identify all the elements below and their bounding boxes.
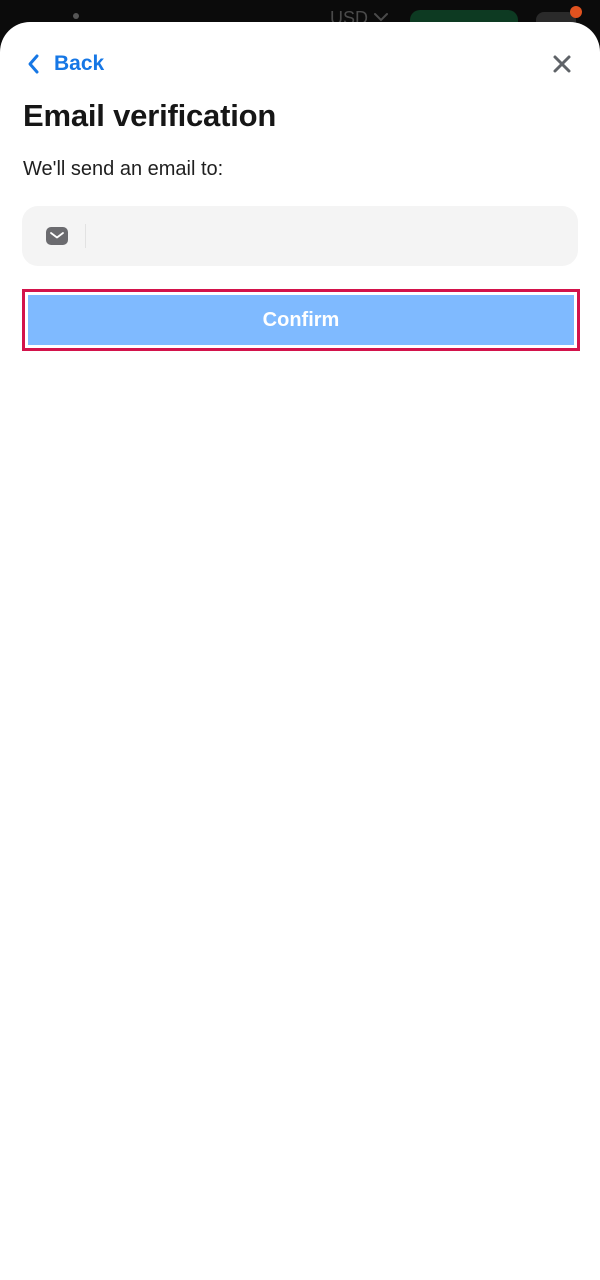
- email-input[interactable]: [98, 206, 572, 268]
- email-field[interactable]: [22, 206, 578, 268]
- chevron-left-icon: [28, 54, 39, 74]
- close-button[interactable]: [546, 48, 578, 80]
- background-dot: [73, 13, 79, 19]
- mail-icon: [46, 227, 68, 245]
- back-button[interactable]: Back: [26, 48, 104, 80]
- sheet-header: Back: [0, 22, 600, 106]
- page-title: Email verification: [23, 98, 277, 133]
- field-divider: [85, 224, 86, 248]
- confirm-button[interactable]: Confirm: [28, 295, 574, 345]
- email-verification-sheet: Back Email verification We'll send an em…: [0, 22, 600, 1280]
- confirm-button-highlight: Confirm: [22, 289, 580, 351]
- close-icon: [553, 55, 571, 73]
- notification-dot: [570, 6, 582, 18]
- back-label: Back: [54, 52, 105, 75]
- page-subtitle: We'll send an email to:: [23, 158, 224, 180]
